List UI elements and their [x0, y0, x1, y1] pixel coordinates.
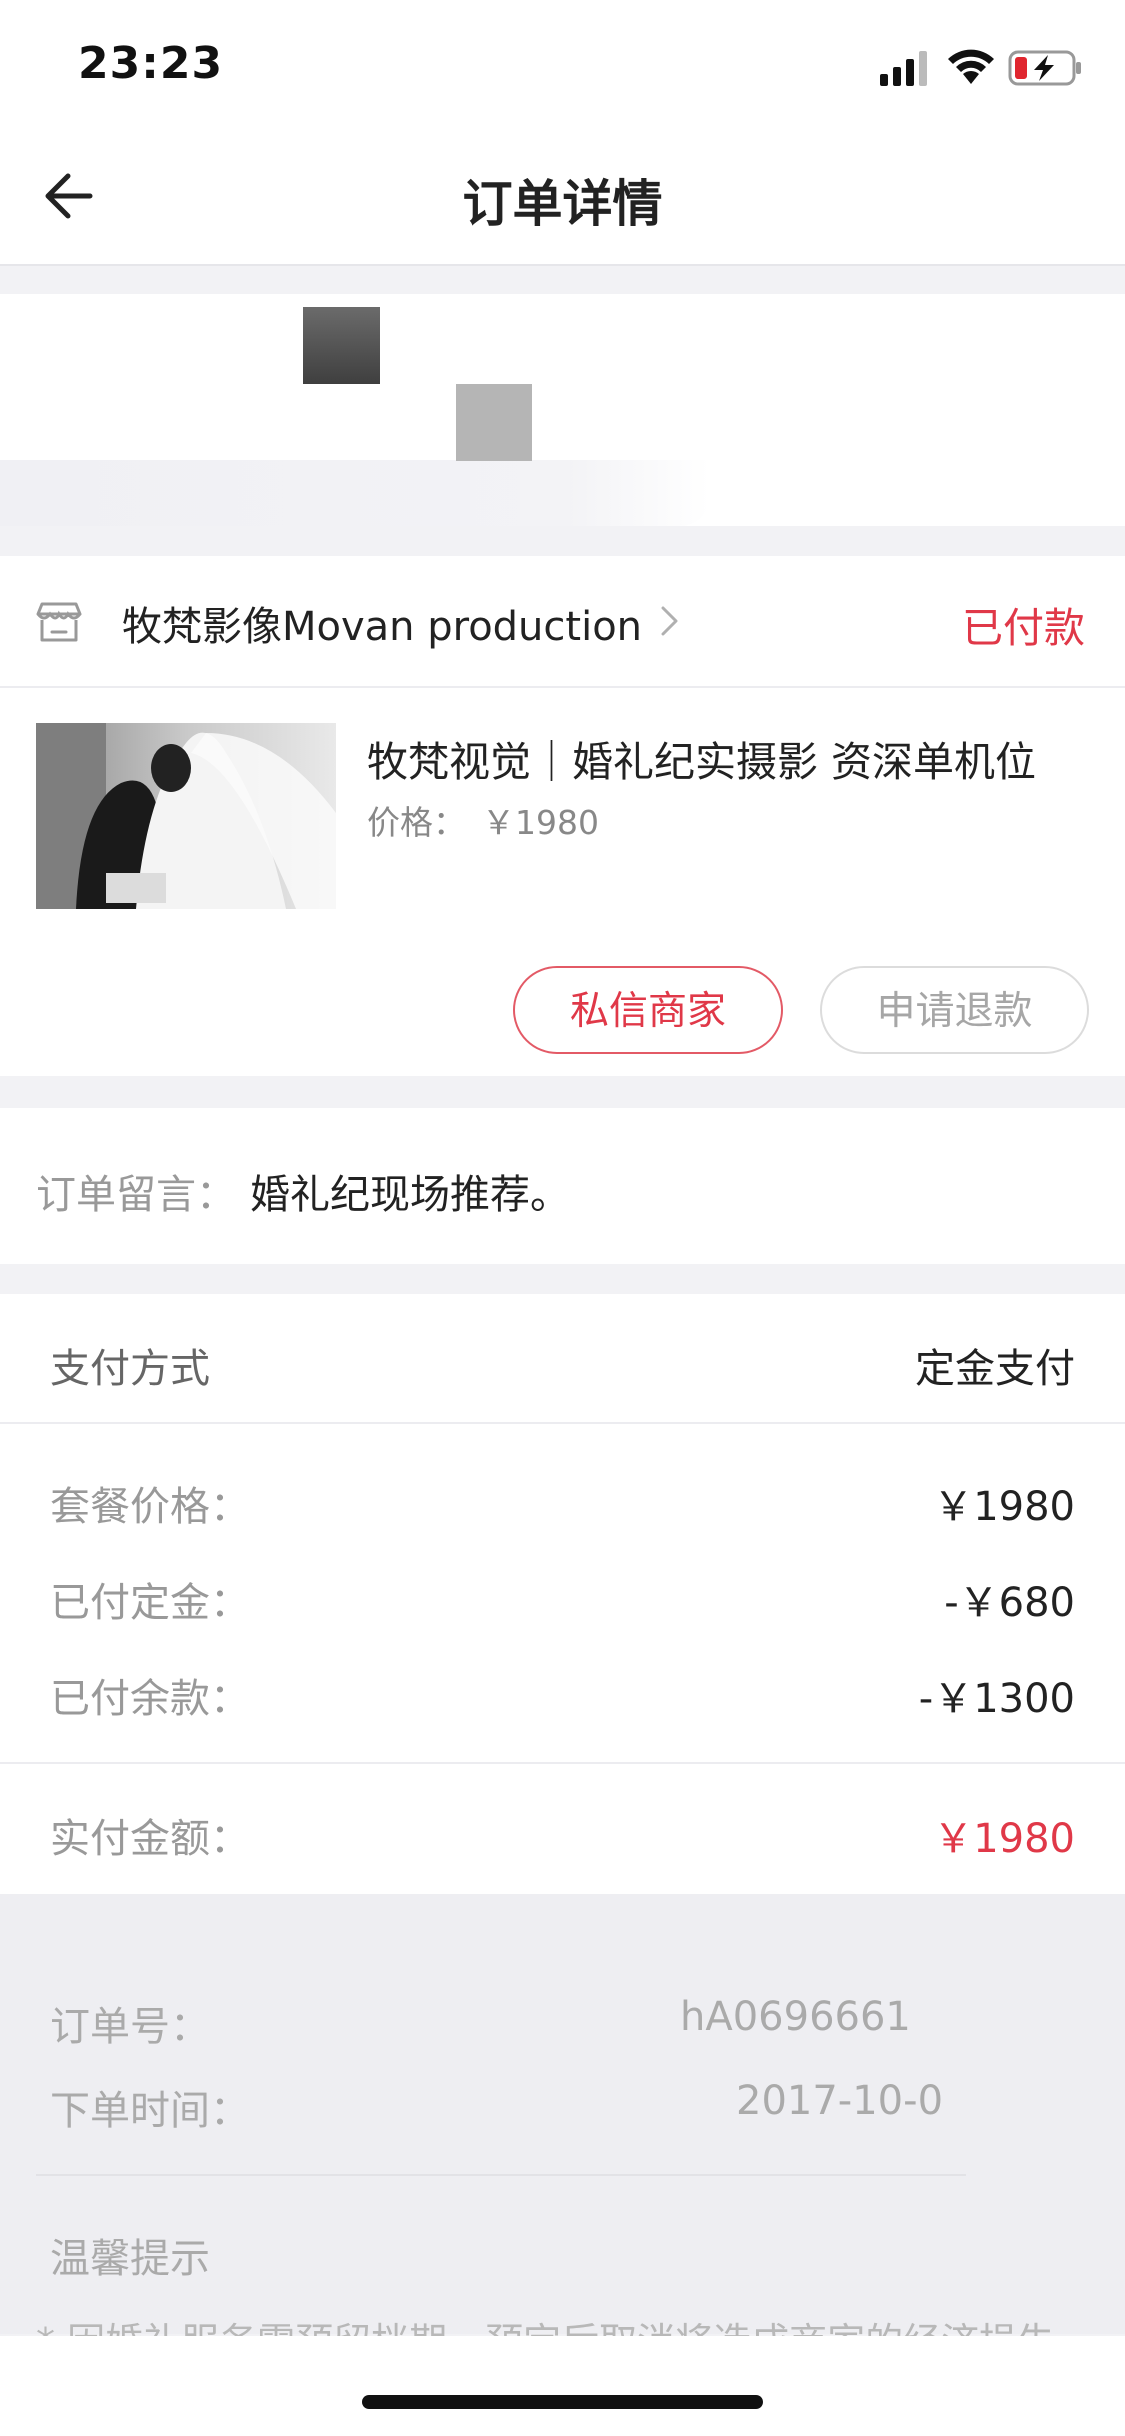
- redacted-banner: [0, 294, 1125, 526]
- payment-method-value: 定金支付: [915, 1346, 1075, 1392]
- status-time: 23:23: [78, 38, 224, 89]
- battery-charging-icon: [1008, 50, 1081, 86]
- shop-name[interactable]: 牧梵影像Movan production: [122, 594, 642, 652]
- balance-paid-value: -￥1300: [918, 1676, 1075, 1722]
- product-price-label: 价格：: [367, 803, 466, 842]
- product-thumbnail[interactable]: [36, 723, 336, 909]
- amount-paid-value: ￥1980: [933, 1816, 1075, 1862]
- signal-icon: [880, 51, 927, 86]
- home-indicator-area: [0, 2336, 1125, 2436]
- order-note-label: 订单留言：: [36, 1172, 236, 1218]
- order-status-badge: 已付款: [962, 604, 1085, 652]
- home-indicator[interactable]: [362, 2395, 763, 2409]
- divider: [0, 1762, 1125, 1764]
- page-title: 订单详情: [462, 175, 663, 233]
- deposit-paid-label: 已付定金：: [50, 1580, 250, 1626]
- redacted-square-light: [456, 384, 532, 461]
- product-price: ￥1980: [482, 803, 599, 842]
- payment-method-label: 支付方式: [50, 1346, 210, 1392]
- order-number-value: hA0696661: [680, 1994, 911, 2040]
- store-icon: [36, 602, 82, 642]
- order-time-label: 下单时间：: [50, 2088, 250, 2134]
- request-refund-button[interactable]: 申请退款: [820, 966, 1089, 1054]
- redacted-square-dark: [303, 307, 380, 384]
- tips-title: 温馨提示: [50, 2236, 210, 2282]
- message-merchant-button[interactable]: 私信商家: [513, 966, 783, 1054]
- deposit-paid-value: -￥680: [944, 1580, 1075, 1626]
- order-note-text: 婚礼纪现场推荐。: [250, 1172, 570, 1218]
- order-number-label: 订单号：: [50, 2004, 210, 2050]
- chevron-right-icon: [661, 606, 678, 636]
- amount-paid-label: 实付金额：: [50, 1816, 250, 1862]
- blurred-band: [0, 460, 710, 526]
- divider: [0, 1422, 1125, 1424]
- wifi-icon: [948, 49, 994, 84]
- order-time-value: 2017-10-0: [736, 2078, 944, 2124]
- divider: [36, 2174, 966, 2176]
- balance-paid-label: 已付余款：: [50, 1676, 250, 1722]
- package-price-label: 套餐价格：: [50, 1484, 250, 1530]
- tips-text: * 因婚礼服务需预留档期，预定后取消将造成商家的经济损失: [36, 2314, 1076, 2338]
- product-title[interactable]: 牧梵视觉｜婚礼纪实摄影 资深单机位: [367, 728, 1036, 788]
- package-price-value: ￥1980: [933, 1484, 1075, 1530]
